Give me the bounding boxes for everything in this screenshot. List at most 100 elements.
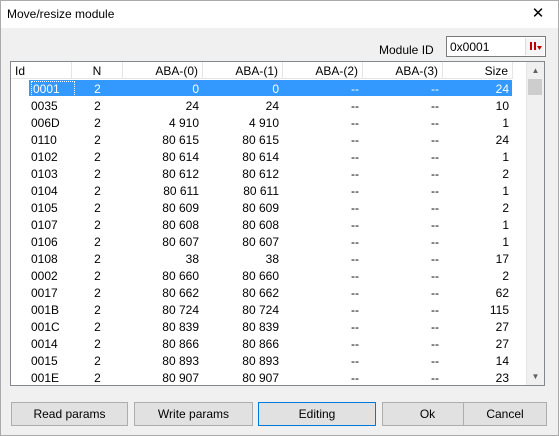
cell-aba1: 80 839 <box>242 320 279 334</box>
cell-size: 2 <box>502 269 509 283</box>
cell-aba1: 80 612 <box>242 167 279 181</box>
cell-aba0: 80 611 <box>163 184 199 198</box>
ok-button[interactable]: Ok <box>382 402 473 426</box>
cell-aba2: -- <box>351 354 359 368</box>
table-row[interactable]: 0103 2 80 612 80 612 -- -- 2 <box>11 165 527 182</box>
cell-aba3: -- <box>431 303 439 317</box>
cell-aba3: -- <box>431 320 439 334</box>
cell-id: 0017 <box>31 286 58 300</box>
read-params-button[interactable]: Read params <box>11 402 128 426</box>
scroll-up-icon[interactable]: ▲ <box>527 62 544 79</box>
cell-id: 001E <box>31 371 60 385</box>
table-row[interactable]: 001B 2 80 724 80 724 -- -- 115 <box>11 301 527 318</box>
cell-aba2: -- <box>351 235 359 249</box>
cell-aba1: 80 615 <box>242 133 279 147</box>
cell-size: 1 <box>502 184 509 198</box>
cell-aba3: -- <box>431 269 439 283</box>
cell-size: 24 <box>495 133 509 147</box>
cell-aba3: -- <box>431 252 439 266</box>
column-header-id[interactable]: Id <box>11 62 72 79</box>
table-row[interactable]: 0014 2 80 866 80 866 -- -- 27 <box>11 335 527 352</box>
cell-size: 62 <box>495 286 509 300</box>
cell-aba2: -- <box>351 303 359 317</box>
cell-aba2: -- <box>351 150 359 164</box>
table-row[interactable]: 0002 2 80 660 80 660 -- -- 2 <box>11 267 527 284</box>
cell-aba3: -- <box>431 354 439 368</box>
cell-aba1: 4 910 <box>248 116 279 130</box>
cell-id: 0110 <box>31 133 57 147</box>
column-header-aba2[interactable]: ABA-(2) <box>283 62 363 79</box>
close-icon[interactable]: ✕ <box>527 4 549 24</box>
cell-aba3: -- <box>431 150 439 164</box>
module-id-field[interactable]: 0x0001 <box>446 36 546 57</box>
cell-n: 2 <box>94 354 101 368</box>
cell-size: 24 <box>495 82 509 96</box>
cell-id: 0015 <box>31 354 58 368</box>
module-table: Id N ABA-(0) ABA-(1) ABA-(2) ABA-(3) Siz… <box>10 61 545 386</box>
table-row[interactable]: 0035 2 24 24 -- -- 10 <box>11 97 527 114</box>
module-id-label: Module ID <box>379 43 434 57</box>
cell-n: 2 <box>94 337 101 351</box>
cell-aba2: -- <box>351 269 359 283</box>
cell-id: 006D <box>31 116 60 130</box>
cell-n: 2 <box>94 167 101 181</box>
cancel-button[interactable]: Cancel <box>463 402 547 426</box>
cell-id: 0103 <box>31 167 58 181</box>
cell-n: 2 <box>94 133 101 147</box>
column-header-n[interactable]: N <box>72 62 123 79</box>
cell-id: 0105 <box>31 201 58 215</box>
table-row[interactable]: 0106 2 80 607 80 607 -- -- 1 <box>11 233 527 250</box>
cell-n: 2 <box>94 303 101 317</box>
cell-aba0: 80 866 <box>162 337 199 351</box>
cell-n: 2 <box>94 269 101 283</box>
table-row[interactable]: 0017 2 80 662 80 662 -- -- 62 <box>11 284 527 301</box>
cell-size: 115 <box>489 303 509 317</box>
cell-aba3: -- <box>431 116 439 130</box>
vertical-scrollbar[interactable]: ▲ ▼ <box>526 62 544 385</box>
cell-aba0: 80 607 <box>162 235 199 249</box>
cell-id: 001C <box>31 320 60 334</box>
table-row[interactable]: 0102 2 80 614 80 614 -- -- 1 <box>11 148 527 165</box>
window-title: Move/resize module <box>7 7 115 21</box>
cell-n: 2 <box>94 201 101 215</box>
cell-n: 2 <box>94 82 101 96</box>
table-row[interactable]: 001E 2 80 907 80 907 -- -- 23 <box>11 369 527 385</box>
cell-size: 1 <box>502 235 509 249</box>
editing-button[interactable]: Editing <box>258 402 376 426</box>
write-params-button[interactable]: Write params <box>134 402 253 426</box>
cell-size: 10 <box>495 99 509 113</box>
column-header-aba3[interactable]: ABA-(3) <box>363 62 443 79</box>
table-row[interactable]: 0105 2 80 609 80 609 -- -- 2 <box>11 199 527 216</box>
cell-aba3: -- <box>431 286 439 300</box>
sort-icon[interactable] <box>525 38 544 55</box>
cell-aba2: -- <box>351 116 359 130</box>
cell-aba0: 80 662 <box>162 286 199 300</box>
cell-id: 0035 <box>31 99 58 113</box>
column-header-size[interactable]: Size <box>443 62 513 79</box>
cell-aba2: -- <box>351 99 359 113</box>
column-header-aba1[interactable]: ABA-(1) <box>203 62 283 79</box>
table-body: 0001 2 0 0 -- -- 24 0035 2 24 24 -- -- 10 006D 2 4 910 4 … <box>11 80 527 385</box>
cell-aba1: 80 608 <box>242 218 279 232</box>
scroll-down-icon[interactable]: ▼ <box>527 368 544 385</box>
column-header-aba0[interactable]: ABA-(0) <box>123 62 203 79</box>
cell-aba0: 38 <box>185 252 199 266</box>
cell-aba2: -- <box>351 184 359 198</box>
cell-aba1: 80 866 <box>242 337 279 351</box>
table-row[interactable]: 0110 2 80 615 80 615 -- -- 24 <box>11 131 527 148</box>
cell-size: 23 <box>495 371 509 385</box>
cell-aba1: 80 907 <box>242 371 279 385</box>
scroll-thumb[interactable] <box>528 79 542 95</box>
cell-aba3: -- <box>431 82 439 96</box>
cell-aba2: -- <box>351 286 359 300</box>
table-row[interactable]: 001C 2 80 839 80 839 -- -- 27 <box>11 318 527 335</box>
table-row[interactable]: 0107 2 80 608 80 608 -- -- 1 <box>11 216 527 233</box>
table-row[interactable]: 0104 2 80 611 80 611 -- -- 1 <box>11 182 527 199</box>
table-row[interactable]: 006D 2 4 910 4 910 -- -- 1 <box>11 114 527 131</box>
cell-aba1: 80 662 <box>242 286 279 300</box>
table-row[interactable]: 0001 2 0 0 -- -- 24 <box>11 80 527 97</box>
cell-n: 2 <box>94 235 101 249</box>
cell-aba0: 24 <box>185 99 199 113</box>
table-row[interactable]: 0015 2 80 893 80 893 -- -- 14 <box>11 352 527 369</box>
table-row[interactable]: 0108 2 38 38 -- -- 17 <box>11 250 527 267</box>
